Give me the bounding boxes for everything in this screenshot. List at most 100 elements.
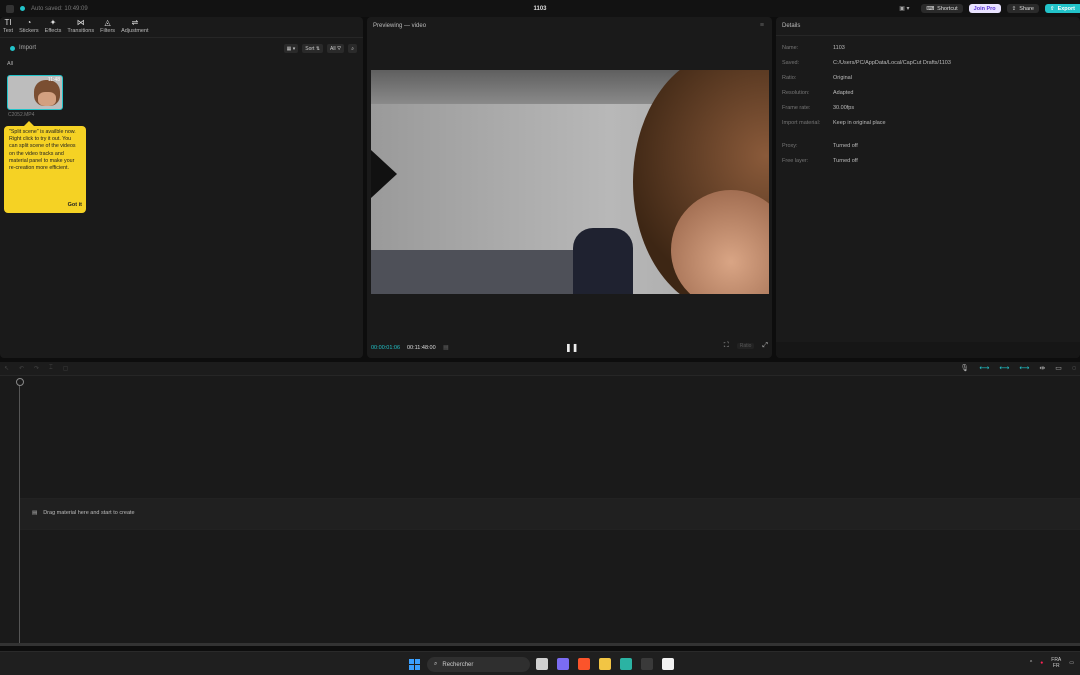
detail-value: 1103	[833, 45, 845, 51]
magnet-icon[interactable]: ⟷	[999, 364, 1009, 372]
task-view-icon[interactable]	[536, 658, 548, 670]
pause-button[interactable]: ❚❚	[565, 343, 578, 352]
delete-icon[interactable]: ▢	[63, 365, 69, 372]
clip-name: C2052.MP4	[8, 112, 35, 118]
timeline-scrollbar[interactable]	[0, 643, 1080, 646]
tool-effects[interactable]: ✦ Effects	[42, 17, 65, 37]
taskbar-search[interactable]: ⌕ Rechercher	[427, 657, 530, 672]
detail-value: Turned off	[833, 158, 858, 164]
export-button[interactable]: ⇧ Export	[1044, 4, 1080, 13]
terminal-icon[interactable]	[620, 658, 632, 670]
tool-label: Text	[3, 28, 14, 34]
app-logo-icon[interactable]	[6, 4, 14, 13]
video-frame	[371, 150, 397, 198]
detail-value: Keep in original place	[833, 120, 886, 126]
import-button[interactable]: Import	[10, 45, 36, 51]
chevron-up-icon[interactable]: ^	[1030, 660, 1032, 666]
timeline-toolbar: ↖ ↶ ↷ ⌶ ▢ 🎙 ⟷ ⟷ ⟷ ⇹ ▭ ◌	[0, 362, 1080, 376]
start-icon[interactable]	[409, 659, 420, 670]
app-icon[interactable]	[641, 658, 653, 670]
detail-label: Saved:	[782, 60, 800, 66]
preview-controls: ⛶ Ratio ⤢	[724, 342, 768, 350]
tool-transitions[interactable]: ⋈ Transitions	[64, 17, 97, 37]
preview-title: Previewing — video	[373, 23, 427, 29]
sort-icon: ⇅	[315, 45, 321, 52]
select-icon[interactable]: ↖	[4, 365, 9, 372]
preview-axis-icon[interactable]: ▭	[1055, 364, 1062, 372]
media-tools: ▦ ▾ Sort ⇅ All ⛛ ⌕	[283, 44, 357, 53]
chat-icon[interactable]	[557, 658, 569, 670]
video-frame	[573, 228, 633, 294]
timeline-edit-tools: ↖ ↶ ↷ ⌶ ▢	[4, 365, 68, 372]
detail-value: 30.00fps	[833, 105, 855, 111]
split-icon[interactable]: ⌶	[49, 365, 53, 372]
clip-duration: 11:48	[47, 77, 60, 83]
fit-icon[interactable]: ⛶	[724, 342, 729, 350]
tool-label: Effects	[44, 28, 62, 34]
main-track-drop-zone[interactable]: ▤ Drag material here and start to create	[20, 498, 1080, 530]
got-it-button[interactable]: Got it	[68, 202, 82, 209]
ratio-button[interactable]: Ratio	[736, 343, 755, 349]
tool-label: Transitions	[67, 28, 95, 34]
autosave-dot-icon	[20, 6, 25, 11]
details-panel: Details Name: 1103 Saved: C:/Users/PC/AppDa…	[776, 17, 1080, 358]
linkage-icon[interactable]: ⟷	[1019, 364, 1029, 372]
media-toolbar: TI Text ◔ Stickers ✦ Effects ⋈ Transitions ◬ Filt…	[0, 17, 152, 37]
link-main-track-icon[interactable]: ⟷	[979, 364, 989, 372]
video-preview[interactable]	[371, 70, 769, 294]
redo-icon[interactable]: ↷	[34, 365, 39, 372]
export-icon: ⇧	[1049, 5, 1055, 12]
view-toggle-button[interactable]: ▦ ▾	[283, 44, 299, 53]
zoom-icon[interactable]: ◌	[1072, 365, 1076, 372]
tool-text[interactable]: TI Text	[0, 17, 16, 37]
undo-icon[interactable]: ↶	[19, 365, 24, 372]
detail-label: Import material:	[782, 120, 821, 126]
timecode-icon[interactable]: ▦	[443, 344, 449, 351]
adjustment-icon: ⇌	[131, 18, 139, 27]
search-icon: ⌕	[434, 661, 438, 667]
fullscreen-icon[interactable]: ⤢	[762, 342, 768, 350]
tool-adjustment[interactable]: ⇌ Adjustment	[118, 17, 152, 37]
timeline-panel: ↖ ↶ ↷ ⌶ ▢ 🎙 ⟷ ⟷ ⟷ ⇹ ▭ ◌ ▤ Drag material …	[0, 362, 1080, 646]
taskbar-apps	[536, 658, 674, 670]
sort-button[interactable]: Sort ⇅	[302, 44, 324, 53]
autosave-status: Auto saved: 10:49:09	[31, 5, 88, 12]
microphone-icon[interactable]: 🎙	[960, 364, 969, 372]
join-pro-button[interactable]: Join Pro	[968, 4, 1001, 13]
network-icon[interactable]: ▭	[1069, 660, 1074, 666]
tooltip-text: "Split scene" is availble now. Right cli…	[9, 129, 76, 172]
timeline-view-tools: 🎙 ⟷ ⟷ ⟷ ⇹ ▭ ◌	[960, 364, 1076, 373]
shortcut-button[interactable]: ⌨ Shortcut	[921, 4, 963, 13]
split-scene-tooltip: "Split scene" is availble now. Right cli…	[4, 121, 86, 213]
split-audio-icon[interactable]: ⇹	[1039, 364, 1045, 372]
details-footer	[776, 342, 1080, 358]
total-time: 00:11:48:00	[407, 345, 436, 351]
stickers-icon: ◔	[26, 18, 32, 27]
text-icon: TI	[4, 18, 12, 27]
filter-all-button[interactable]: All ⛛	[327, 44, 345, 53]
import-icon	[10, 45, 15, 51]
microphone-icon[interactable]: ●	[1040, 660, 1043, 666]
brave-icon[interactable]	[578, 658, 590, 670]
file-explorer-icon[interactable]	[599, 658, 611, 670]
tool-label: Adjustment	[121, 28, 149, 34]
share-button[interactable]: ⇪ Share	[1006, 4, 1039, 13]
menu-icon[interactable]: ≡	[760, 22, 764, 29]
detail-label: Proxy:	[782, 143, 798, 149]
tool-label: Stickers	[19, 28, 39, 34]
tool-label: Filters	[100, 28, 116, 34]
capcut-icon[interactable]	[662, 658, 674, 670]
detail-value: Original	[833, 75, 852, 81]
media-category-all[interactable]: All	[7, 61, 13, 67]
media-clip-thumbnail[interactable]: 11:48	[7, 75, 63, 110]
layout-icon[interactable]: ▣ ▾	[899, 4, 915, 13]
search-button[interactable]: ⌕	[348, 44, 357, 53]
tool-filters[interactable]: ◬ Filters	[97, 17, 118, 37]
detail-label: Free layer:	[782, 158, 809, 164]
divider	[0, 37, 363, 38]
language-indicator[interactable]: FRA FR	[1051, 657, 1061, 669]
detail-value: C:/Users/PC/AppData/Local/CapCut Drafts/…	[833, 60, 951, 66]
tool-stickers[interactable]: ◔ Stickers	[16, 17, 42, 37]
divider	[776, 35, 1080, 36]
system-tray: ^ ● FRA FR ▭	[1030, 657, 1074, 669]
